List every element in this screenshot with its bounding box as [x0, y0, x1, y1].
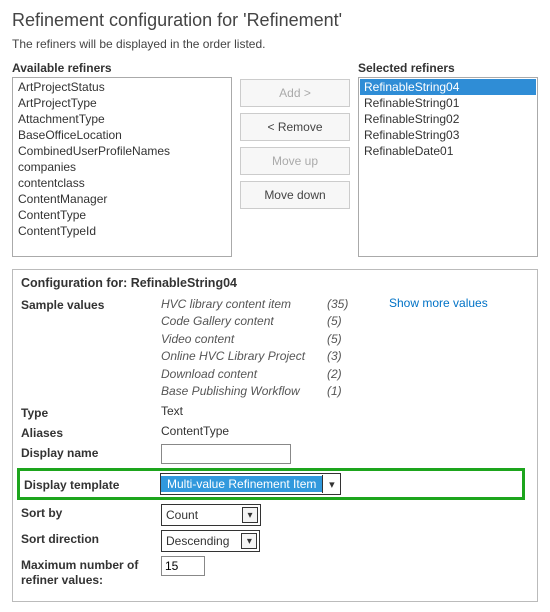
- list-item[interactable]: RefinableDate01: [360, 143, 536, 159]
- sample-value-row: Code Gallery content(5): [161, 313, 361, 330]
- sample-value-row: Base Publishing Workflow(1): [161, 383, 361, 400]
- list-item[interactable]: RefinableString04: [360, 79, 536, 95]
- displaytemplate-label: Display template: [24, 476, 160, 492]
- list-item[interactable]: BaseOfficeLocation: [14, 127, 230, 143]
- sortdir-select[interactable]: Descending ▾: [161, 530, 260, 552]
- displaytemplate-highlight: Display template Multi-value Refinement …: [17, 468, 525, 500]
- page-title: Refinement configuration for 'Refinement…: [12, 10, 538, 31]
- list-item[interactable]: contentclass: [14, 175, 230, 191]
- list-item[interactable]: ContentManager: [14, 191, 230, 207]
- sortby-select[interactable]: Count ▾: [161, 504, 261, 526]
- selected-label: Selected refiners: [358, 61, 538, 75]
- list-item[interactable]: AttachmentType: [14, 111, 230, 127]
- remove-button[interactable]: < Remove: [240, 113, 350, 141]
- chevron-down-icon: ▾: [241, 533, 257, 549]
- list-item[interactable]: ContentTypeId: [14, 223, 230, 239]
- show-more-values-link[interactable]: Show more values: [389, 296, 488, 400]
- sample-values-list: HVC library content item(35)Code Gallery…: [161, 296, 361, 400]
- chevron-down-icon: ▾: [322, 475, 340, 493]
- max-label: Maximum number of refiner values:: [21, 556, 161, 587]
- displayname-input[interactable]: [161, 444, 291, 464]
- list-item[interactable]: ArtProjectType: [14, 95, 230, 111]
- page-subtitle: The refiners will be displayed in the or…: [12, 37, 538, 51]
- sortdir-label: Sort direction: [21, 530, 161, 546]
- sortby-label: Sort by: [21, 504, 161, 520]
- list-item[interactable]: RefinableString01: [360, 95, 536, 111]
- list-item[interactable]: companies: [14, 159, 230, 175]
- list-item[interactable]: RefinableString03: [360, 127, 536, 143]
- aliases-value: ContentType: [161, 424, 529, 438]
- aliases-label: Aliases: [21, 424, 161, 440]
- config-title: Configuration for: RefinableString04: [21, 276, 529, 290]
- moveup-button[interactable]: Move up: [240, 147, 350, 175]
- max-values-input[interactable]: [161, 556, 205, 576]
- sample-value-row: Online HVC Library Project(3): [161, 348, 361, 365]
- list-item[interactable]: RefinableString02: [360, 111, 536, 127]
- list-item[interactable]: ArtProjectStatus: [14, 79, 230, 95]
- sample-values-label: Sample values: [21, 296, 161, 312]
- list-item[interactable]: ContentType: [14, 207, 230, 223]
- type-value: Text: [161, 404, 529, 418]
- sample-value-row: HVC library content item(35): [161, 296, 361, 313]
- selected-refiners-list[interactable]: RefinableString04RefinableString01Refina…: [358, 77, 538, 257]
- movedown-button[interactable]: Move down: [240, 181, 350, 209]
- type-label: Type: [21, 404, 161, 420]
- config-section: Configuration for: RefinableString04 Sam…: [12, 269, 538, 602]
- available-label: Available refiners: [12, 61, 232, 75]
- displaytemplate-select[interactable]: Multi-value Refinement Item ▾: [160, 473, 341, 495]
- list-item[interactable]: CombinedUserProfileNames: [14, 143, 230, 159]
- sample-value-row: Download content(2): [161, 366, 361, 383]
- sample-value-row: Video content(5): [161, 331, 361, 348]
- chevron-down-icon: ▾: [242, 507, 258, 523]
- displayname-label: Display name: [21, 444, 161, 460]
- refiners-row: Available refiners ArtProjectStatusArtPr…: [12, 61, 538, 257]
- add-button[interactable]: Add >: [240, 79, 350, 107]
- available-refiners-list[interactable]: ArtProjectStatusArtProjectTypeAttachment…: [12, 77, 232, 257]
